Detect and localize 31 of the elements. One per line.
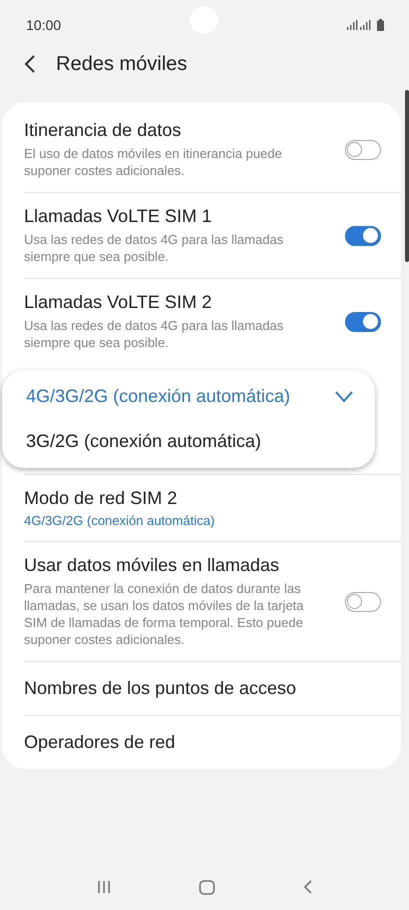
menu-option[interactable]: 3G/2G (conexión automática) xyxy=(2,419,375,464)
setting-row[interactable]: Operadores de red xyxy=(24,715,401,769)
setting-row[interactable]: Nombres de los puntos de acceso xyxy=(24,661,401,715)
toggle-switch[interactable] xyxy=(345,226,381,246)
toggle-switch[interactable] xyxy=(345,140,381,160)
home-button[interactable] xyxy=(198,880,214,894)
setting-title: Nombres de los puntos de acceso xyxy=(24,678,298,699)
setting-row[interactable]: Llamadas VoLTE SIM 1 Usa las redes de datos 4G para las llamadas siempre que sea posible. xyxy=(24,192,401,278)
menu-option[interactable]: 4G/3G/2G (conexión automática) xyxy=(2,374,375,419)
checkmark-icon xyxy=(335,390,353,402)
setting-summary: Usa las redes de datos 4G para las llamadas siempre que sea posible. xyxy=(24,317,284,351)
clock: 10:00 xyxy=(26,17,62,33)
page-title: Redes móviles xyxy=(56,52,188,76)
recent-apps-button[interactable] xyxy=(96,880,110,894)
setting-row[interactable]: Itinerancia de datos El uso de datos móviles en itinerancia puede suponer costes adicionales. xyxy=(24,102,401,192)
setting-title: Llamadas VoLTE SIM 2 xyxy=(24,292,213,313)
setting-summary: El uso de datos móviles en itinerancia puede suponer costes adicionales. xyxy=(24,145,283,179)
setting-summary: Para mantener la conexión de datos durante las llamadas, se usan los datos móviles de la tarjeta SIM de llamadas de forma temporal. Esto puede suponer costes adicionales. xyxy=(24,580,305,648)
setting-title: Llamadas VoLTE SIM 1 xyxy=(24,206,213,227)
signal-icon xyxy=(347,20,371,30)
setting-title: Modo de red SIM 2 xyxy=(24,488,178,509)
toggle-switch[interactable] xyxy=(345,312,381,332)
setting-title: Operadores de red xyxy=(24,732,176,753)
toggle-switch[interactable] xyxy=(345,592,381,612)
setting-title: Usar datos móviles en llamadas xyxy=(24,555,280,576)
setting-row[interactable]: Llamadas VoLTE SIM 2 Usa las redes de datos 4G para las llamadas siempre que sea posible. xyxy=(24,278,401,364)
battery-icon xyxy=(377,19,384,31)
setting-value: 4G/3G/2G (conexión automática) xyxy=(24,513,216,528)
setting-summary: Usa las redes de datos 4G para las llamadas siempre que sea posible. xyxy=(24,231,284,265)
setting-row[interactable]: Modo de red SIM 2 4G/3G/2G (conexión automática) xyxy=(24,474,401,541)
setting-title: Itinerancia de datos xyxy=(24,120,182,141)
